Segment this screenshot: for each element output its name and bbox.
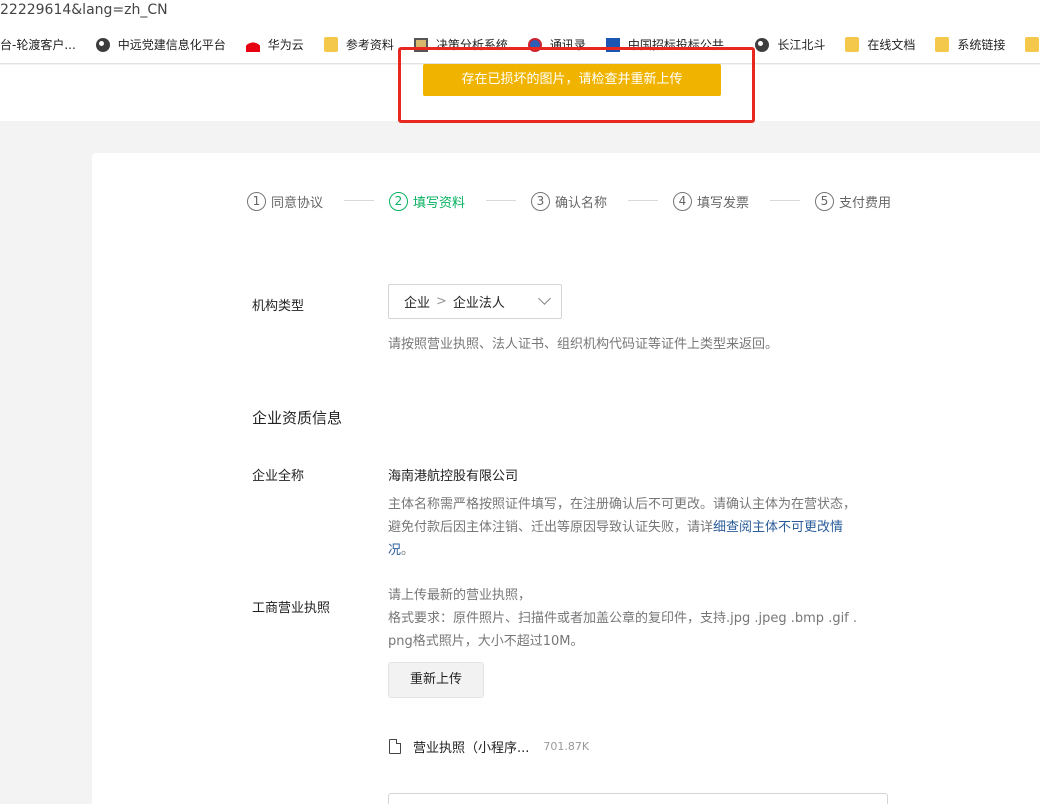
step-invoice: 4 填写发票	[673, 190, 749, 212]
url-text: 22229614&lang=zh_CN	[0, 2, 168, 18]
step-number: 5	[815, 191, 834, 211]
folder-icon	[1025, 37, 1040, 52]
bookmark-item[interactable]: MR	[1025, 33, 1040, 57]
unchangeable-details-link[interactable]: 细查阅主体不可更改情	[713, 520, 843, 535]
license-hint: 请上传最新的营业执照， 格式要求：原件照片、扫描件或者加盖公章的复印件，支持.j…	[388, 584, 898, 653]
full-name-value: 海南港航控股有限公司	[388, 469, 519, 484]
bookmark-item[interactable]: 参考资料	[323, 33, 394, 57]
step-label: 同意协议	[271, 195, 324, 211]
section-title: 企业资质信息	[252, 409, 343, 427]
chevron-right-icon: >	[436, 294, 447, 309]
bookmark-label: 长江北斗	[777, 38, 826, 52]
step-label: 支付费用	[839, 195, 892, 211]
file-size: 701.87K	[543, 740, 590, 753]
huawei-icon	[245, 37, 260, 52]
hint-text: 避免付款后因主体注销、迁出等原因导致认证失败，请详	[388, 520, 714, 535]
bookmark-label: 参考资料	[345, 38, 394, 52]
full-name-hint: 主体名称需严格按照证件填写，在注册确认后不可更改。请确认主体为在营状态， 避免付…	[388, 493, 898, 562]
form-card	[92, 153, 1040, 804]
hint-line: png格式照片，大小不超过10M。	[388, 634, 584, 649]
bookmark-label: 系统链接	[957, 38, 1006, 52]
org-type-select[interactable]: 企业 > 企业法人	[388, 284, 562, 319]
folder-icon	[845, 37, 860, 52]
org-type-level2: 企业法人	[452, 296, 505, 311]
hint-line: 避免付款后因主体注销、迁出等原因导致认证失败，请详细查阅主体不可更改情	[388, 516, 898, 539]
step-label: 填写发票	[697, 195, 750, 211]
bookmark-label: 台-轮渡客户...	[0, 38, 76, 52]
step-divider	[344, 200, 374, 201]
unchangeable-details-link[interactable]: 况	[388, 543, 401, 558]
bookmark-item[interactable]: 长江北斗	[755, 33, 825, 57]
step-fill-info: 2 填写资料	[389, 190, 465, 212]
bookmark-label: 在线文档	[867, 38, 916, 52]
step-agree: 1 同意协议	[247, 190, 323, 212]
chevron-down-icon	[538, 292, 551, 305]
step-confirm-name: 3 确认名称	[531, 190, 607, 212]
bookmark-item[interactable]: 台-轮渡客户...	[0, 33, 76, 57]
step-divider	[628, 200, 658, 201]
step-number: 3	[531, 191, 550, 211]
reupload-button[interactable]: 重新上传	[388, 662, 484, 698]
license-label: 工商营业执照	[252, 601, 331, 616]
bookmark-item[interactable]: 中远党建信息化平台	[95, 33, 226, 57]
step-divider	[486, 200, 516, 201]
hint-text: 。	[401, 543, 415, 558]
next-field-box[interactable]	[388, 793, 888, 804]
error-toast: 存在已损坏的图片，请检查并重新上传	[423, 64, 721, 96]
step-divider	[770, 200, 800, 201]
bookmark-label: 华为云	[267, 38, 304, 52]
folder-icon	[323, 37, 338, 52]
hint-line: 主体名称需严格按照证件填写，在注册确认后不可更改。请确认主体为在营状态，	[388, 497, 857, 512]
bookmark-item[interactable]: 华为云	[245, 33, 304, 57]
folder-icon	[935, 37, 950, 52]
address-bar[interactable]: 22229614&lang=zh_CN	[0, 0, 1040, 26]
org-type-hint: 请按照营业执照、法人证书、组织机构代码证等证件上类型来返回。	[388, 337, 779, 352]
step-label: 确认名称	[555, 195, 608, 211]
file-icon	[389, 739, 401, 754]
hint-line: 况。	[388, 539, 898, 562]
step-number: 4	[673, 191, 692, 211]
globe-icon	[95, 37, 110, 52]
bookmark-label: 中远党建信息化平台	[117, 38, 226, 52]
step-number: 1	[247, 191, 266, 211]
uploaded-file[interactable]: 营业执照（小程序... 701.87K	[389, 737, 589, 756]
org-type-label: 机构类型	[252, 299, 305, 314]
bookmark-item[interactable]: 系统链接	[935, 33, 1005, 57]
step-payment: 5 支付费用	[815, 190, 891, 212]
bookmark-item[interactable]: 在线文档	[845, 33, 915, 57]
step-label: 填写资料	[413, 195, 466, 211]
step-number: 2	[389, 191, 408, 211]
hint-line: 格式要求：原件照片、扫描件或者加盖公章的复印件，支持.jpg .jpeg .bm…	[388, 611, 858, 626]
hint-line: 请上传最新的营业执照，	[388, 588, 532, 603]
org-type-level1: 企业	[404, 296, 431, 311]
full-name-label: 企业全称	[252, 469, 305, 484]
globe-icon	[755, 37, 770, 52]
file-name: 营业执照（小程序...	[413, 741, 530, 756]
